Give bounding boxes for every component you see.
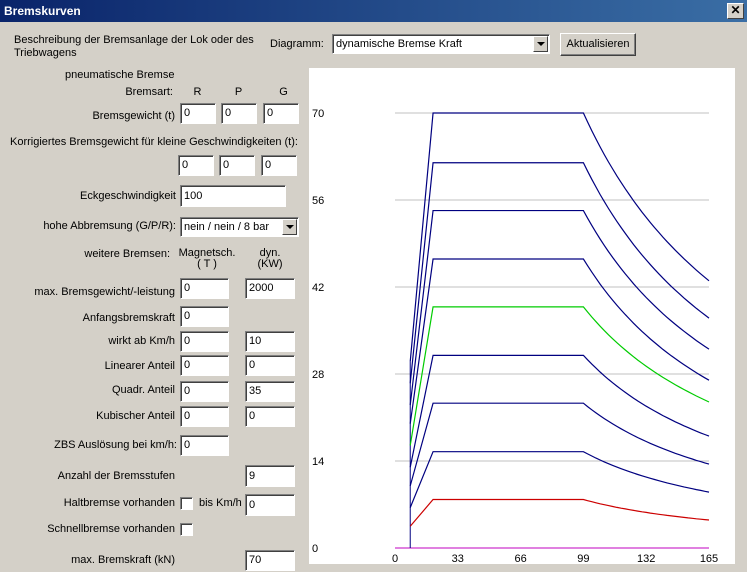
corner-speed-label: Eckgeschwindigkeit [80,190,176,202]
x-tick-label: 165 [700,553,718,564]
close-button[interactable]: ✕ [727,3,744,19]
max-force-label: max. Bremskraft (kN) [71,554,175,566]
corrected-r-field[interactable]: 0 [178,155,214,176]
high-braking-value: nein / nein / 8 bar [184,221,270,233]
high-braking-label: hohe Abbremsung (G/P/R): [43,220,176,232]
high-braking-select[interactable]: nein / nein / 8 bar [180,217,299,237]
stages-field[interactable]: 9 [245,465,295,487]
window-title: Bremskurven [4,4,81,18]
corrected-p-field[interactable]: 0 [219,155,255,176]
x-tick-label: 132 [637,553,655,564]
hold-until-label: bis Km/h [199,497,242,509]
y-tick-label: 70 [312,108,324,120]
close-icon: ✕ [730,3,741,17]
hold-brake-checkbox[interactable] [180,497,193,510]
chart-canvas: 0 14 28 42 56 70 0 33 66 99 132 165 [312,108,718,565]
quad-dyn-field[interactable]: 35 [245,381,295,402]
col-dyn-label: dyn. (KW) [257,247,283,270]
chevron-down-icon[interactable] [282,219,297,235]
from-speed-label: wirkt ab Km/h [108,335,175,347]
cubic-label: Kubischer Anteil [96,410,175,422]
y-tick-label: 28 [312,369,324,381]
x-tick-label: 66 [514,553,526,564]
from-speed-dyn-field[interactable]: 10 [245,331,295,352]
diagram-select-value: dynamische Bremse Kraft [336,38,462,50]
corrected-weight-label: Korrigiertes Bremsgewicht für kleine Ges… [10,136,298,148]
series-line-7 [409,209,710,406]
y-tick-label: 0 [312,543,318,555]
update-button[interactable]: Aktualisieren [560,33,636,56]
quad-label: Quadr. Anteil [112,384,175,396]
chevron-down-icon[interactable] [533,36,548,52]
max-force-field[interactable]: 70 [245,550,295,571]
stages-label: Anzahl der Bremsstufen [57,470,175,482]
y-tick-label: 56 [312,195,324,207]
brake-weight-p-field[interactable]: 0 [221,103,257,124]
max-label: max. Bremsgewicht/-leistung [34,286,175,298]
diagram-label: Diagramm: [270,38,324,50]
brake-curve-chart: 0 14 28 42 56 70 0 33 66 99 132 165 [309,68,735,565]
corner-speed-field[interactable]: 100 [180,185,286,207]
x-tick-label: 33 [452,553,464,564]
col-r-label: R [193,86,202,98]
brake-type-label: Bremsart: [125,86,173,98]
corrected-g-field[interactable]: 0 [261,155,297,176]
col-g-label: G [279,86,288,98]
brake-weight-label: Bremsgewicht (t) [92,110,175,122]
zbs-field[interactable]: 0 [180,435,229,456]
series-line-4 [409,354,710,468]
x-tick-label: 99 [577,553,589,564]
title-bar: Bremskurven ✕ [0,0,747,22]
max-dyn-field[interactable]: 2000 [245,278,295,299]
pneumatic-heading: pneumatische Bremse [65,69,175,81]
quad-magnet-field[interactable]: 0 [180,381,229,402]
description-label: Beschreibung der Bremsanlage der Lok ode… [14,34,254,59]
zbs-label: ZBS Auslösung bei km/h: [54,439,177,451]
brake-weight-g-field[interactable]: 0 [263,103,299,124]
brake-weight-r-field[interactable]: 0 [180,103,216,124]
linear-dyn-field[interactable]: 0 [245,355,295,376]
y-tick-label: 14 [312,456,324,468]
series-line-1 [409,498,710,527]
initial-force-field[interactable]: 0 [180,306,229,327]
emergency-brake-label: Schnellbremse vorhanden [47,523,175,535]
hold-until-field[interactable]: 0 [245,494,295,516]
cubic-magnet-field[interactable]: 0 [180,406,229,427]
y-tick-label: 42 [312,282,324,294]
linear-magnet-field[interactable]: 0 [180,355,229,376]
cubic-dyn-field[interactable]: 0 [245,406,295,427]
col-magnet-label: Magnetsch. ( T ) [178,247,236,270]
series-line-9 [409,112,710,362]
max-magnet-field[interactable]: 0 [180,278,229,299]
diagram-select[interactable]: dynamische Bremse Kraft [332,34,550,54]
x-tick-label: 0 [392,553,398,564]
col-p-label: P [234,86,243,98]
series-line-5 [409,306,710,446]
hold-brake-label: Haltbremse vorhanden [63,497,175,509]
linear-label: Linearer Anteil [104,360,175,372]
from-speed-magnet-field[interactable]: 0 [180,331,229,352]
series-line-6 [409,258,710,424]
other-brakes-heading: weitere Bremsen: [84,248,170,260]
emergency-brake-checkbox[interactable] [180,523,193,536]
initial-force-label: Anfangsbremskraft [82,312,175,324]
